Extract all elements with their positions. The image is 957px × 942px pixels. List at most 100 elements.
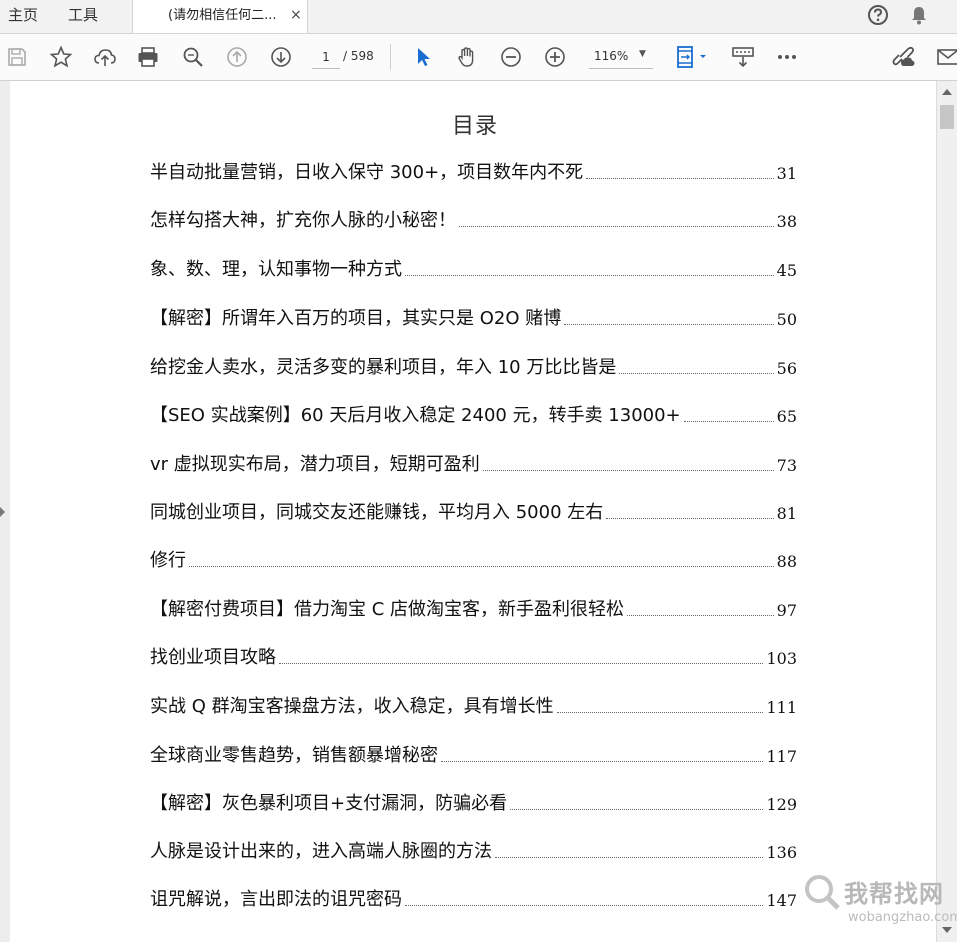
toc-entry-title: 同城创业项目，同城交友还能赚钱，平均月入 5000 左右 bbox=[150, 502, 604, 523]
toc-entry-title: 半自动批量营销，日收入保守 300+，项目数年内不死 bbox=[150, 162, 584, 183]
toc-entry-page: 136 bbox=[766, 843, 797, 862]
toc-entry-title: 全球商业零售趋势，销售额暴增秘密 bbox=[150, 745, 438, 766]
help-icon[interactable] bbox=[867, 4, 889, 26]
page-down-icon[interactable] bbox=[269, 45, 293, 69]
toc-dot-leader bbox=[564, 324, 774, 325]
toc-entry[interactable]: 【解密】灰色暴利项目+支付漏洞，防骗必看 129 bbox=[150, 790, 797, 816]
toc-entry-page: 31 bbox=[776, 164, 797, 183]
toc-entry[interactable]: 找创业项目攻略 103 bbox=[150, 644, 797, 670]
page-up-icon[interactable] bbox=[225, 45, 249, 69]
tab-home[interactable]: 主页 bbox=[8, 0, 38, 33]
toc-entry-page: 129 bbox=[766, 795, 797, 814]
toc-entry-title: 象、数、理，认知事物一种方式 bbox=[150, 259, 402, 280]
toc-entry-title: 诅咒解说，言出即法的诅咒密码 bbox=[150, 889, 402, 910]
toc-entry-title: 【SEO 实战案例】60 天后月收入稳定 2400 元，转手卖 13000+ bbox=[150, 405, 681, 426]
toc-dot-leader bbox=[405, 275, 774, 276]
watermark: 我帮找网 wobangzhao.com bbox=[798, 868, 957, 938]
toc-entry-title: 怎样勾搭大神，扩充你人脉的小秘密！ bbox=[150, 210, 456, 231]
toc-dot-leader bbox=[441, 761, 764, 762]
toc-entry-page: 97 bbox=[776, 601, 797, 620]
toc-dot-leader bbox=[627, 615, 774, 616]
scroll-up-icon[interactable] bbox=[942, 89, 952, 95]
page-total: / 598 bbox=[343, 49, 374, 63]
toc-dot-leader bbox=[556, 712, 764, 713]
find-zoom-icon[interactable] bbox=[181, 45, 205, 69]
toc-entry-title: 实战 Q 群淘宝客操盘方法，收入稳定，具有增长性 bbox=[150, 696, 554, 717]
toc-entry-page: 38 bbox=[776, 212, 797, 231]
zoom-value: 116% bbox=[594, 49, 629, 63]
scrollbar-thumb[interactable] bbox=[940, 105, 954, 129]
watermark-text: 我帮找网 bbox=[844, 880, 944, 908]
toc-entry[interactable]: 实战 Q 群淘宝客操盘方法，收入稳定，具有增长性 111 bbox=[150, 693, 797, 719]
toc-entry[interactable]: vr 虚拟现实布局，潜力项目，短期可盈利 73 bbox=[150, 451, 797, 477]
tab-tools[interactable]: 工具 bbox=[68, 0, 98, 33]
share-link-icon[interactable] bbox=[892, 45, 916, 69]
toc-entry[interactable]: 象、数、理，认知事物一种方式 45 bbox=[150, 256, 797, 282]
bookmark-star-icon[interactable] bbox=[49, 45, 73, 69]
expand-panel-icon[interactable] bbox=[0, 507, 5, 517]
toc-entry-page: 103 bbox=[766, 649, 797, 668]
print-icon[interactable] bbox=[136, 45, 160, 69]
zoom-select[interactable]: 116% ▼ bbox=[589, 46, 653, 69]
toc-dot-leader bbox=[189, 566, 774, 567]
fit-page-icon[interactable] bbox=[675, 45, 709, 69]
zoom-in-icon[interactable] bbox=[543, 45, 567, 69]
toc-entry[interactable]: 【SEO 实战案例】60 天后月收入稳定 2400 元，转手卖 13000+ 6… bbox=[150, 402, 797, 428]
toc-entry[interactable]: 怎样勾搭大神，扩充你人脉的小秘密！ 38 bbox=[150, 207, 797, 233]
toolbar: / 598 116% ▼ bbox=[0, 34, 957, 81]
notification-bell-icon[interactable] bbox=[908, 4, 930, 26]
save-icon[interactable] bbox=[5, 45, 29, 69]
upload-cloud-icon[interactable] bbox=[93, 45, 117, 69]
toc-dot-leader bbox=[586, 178, 774, 179]
toc-dot-leader bbox=[279, 663, 764, 664]
toc-entry[interactable]: 【解密】所谓年入百万的项目，其实只是 O2O 赌博 50 bbox=[150, 305, 797, 331]
toc-entry[interactable]: 半自动批量营销，日收入保守 300+，项目数年内不死 31 bbox=[150, 159, 797, 185]
toc-title: 目录 bbox=[452, 114, 499, 139]
toc-dot-leader bbox=[619, 373, 774, 374]
toc-entry-page: 117 bbox=[766, 747, 797, 766]
toc-dot-leader bbox=[405, 905, 764, 906]
hand-icon[interactable] bbox=[455, 45, 479, 69]
toc-entry-page: 111 bbox=[766, 698, 797, 717]
vertical-scrollbar[interactable] bbox=[936, 81, 957, 942]
toc-entry[interactable]: 【解密付费项目】借力淘宝 C 店做淘宝客，新手盈利很轻松 97 bbox=[150, 596, 797, 622]
page-number-input[interactable] bbox=[312, 46, 340, 69]
toc-entry-page: 73 bbox=[776, 456, 797, 475]
toc-entry-page: 45 bbox=[776, 261, 797, 280]
toc-entry-page: 81 bbox=[776, 504, 797, 523]
toc-entry-page: 56 bbox=[776, 359, 797, 378]
toc-entry[interactable]: 诅咒解说，言出即法的诅咒密码 147 bbox=[150, 886, 797, 912]
toc-dot-leader bbox=[459, 226, 774, 227]
zoom-out-icon[interactable] bbox=[499, 45, 523, 69]
toc-entry-title: 修行 bbox=[150, 550, 186, 571]
toc-entry-page: 65 bbox=[776, 407, 797, 426]
toc-entry-page: 50 bbox=[776, 310, 797, 329]
toc-dot-leader bbox=[683, 421, 774, 422]
email-icon[interactable] bbox=[936, 45, 957, 69]
toc-entry-page: 88 bbox=[776, 552, 797, 571]
tab-close-icon[interactable]: × bbox=[290, 0, 302, 31]
more-icon[interactable] bbox=[775, 45, 799, 69]
tab-document-title: (请勿相信任何二... bbox=[168, 8, 277, 23]
toc-dot-leader bbox=[482, 470, 774, 471]
toc-dot-leader bbox=[510, 809, 764, 810]
keyboard-icon[interactable] bbox=[731, 45, 755, 69]
document-viewer[interactable]: 目录 半自动批量营销，日收入保守 300+，项目数年内不死 31 怎样勾搭大神，… bbox=[0, 81, 936, 942]
toc-entry-page: 147 bbox=[766, 891, 797, 910]
toc-dot-leader bbox=[606, 518, 774, 519]
side-panel-rail[interactable] bbox=[0, 81, 10, 942]
toc-entry-title: 【解密】灰色暴利项目+支付漏洞，防骗必看 bbox=[150, 793, 508, 814]
toc-entry[interactable]: 全球商业零售趋势，销售额暴增秘密 117 bbox=[150, 742, 797, 768]
chevron-down-icon: ▼ bbox=[639, 49, 646, 59]
select-pointer-icon[interactable] bbox=[411, 45, 435, 69]
magnifier-logo-icon bbox=[805, 875, 840, 910]
toc-entry-title: 找创业项目攻略 bbox=[150, 647, 276, 668]
toc-entry-title: 给挖金人卖水，灵活多变的暴利项目，年入 10 万比比皆是 bbox=[150, 357, 617, 378]
toc-entry[interactable]: 同城创业项目，同城交友还能赚钱，平均月入 5000 左右 81 bbox=[150, 499, 797, 525]
toc-dot-leader bbox=[495, 857, 764, 858]
toc-entry[interactable]: 人脉是设计出来的，进入高端人脉圈的方法 136 bbox=[150, 838, 797, 864]
toc-entry-title: 【解密付费项目】借力淘宝 C 店做淘宝客，新手盈利很轻松 bbox=[150, 599, 625, 620]
tab-document[interactable]: (请勿相信任何二... × bbox=[132, 0, 308, 33]
toc-entry[interactable]: 修行 88 bbox=[150, 547, 797, 573]
toc-entry[interactable]: 给挖金人卖水，灵活多变的暴利项目，年入 10 万比比皆是 56 bbox=[150, 354, 797, 380]
